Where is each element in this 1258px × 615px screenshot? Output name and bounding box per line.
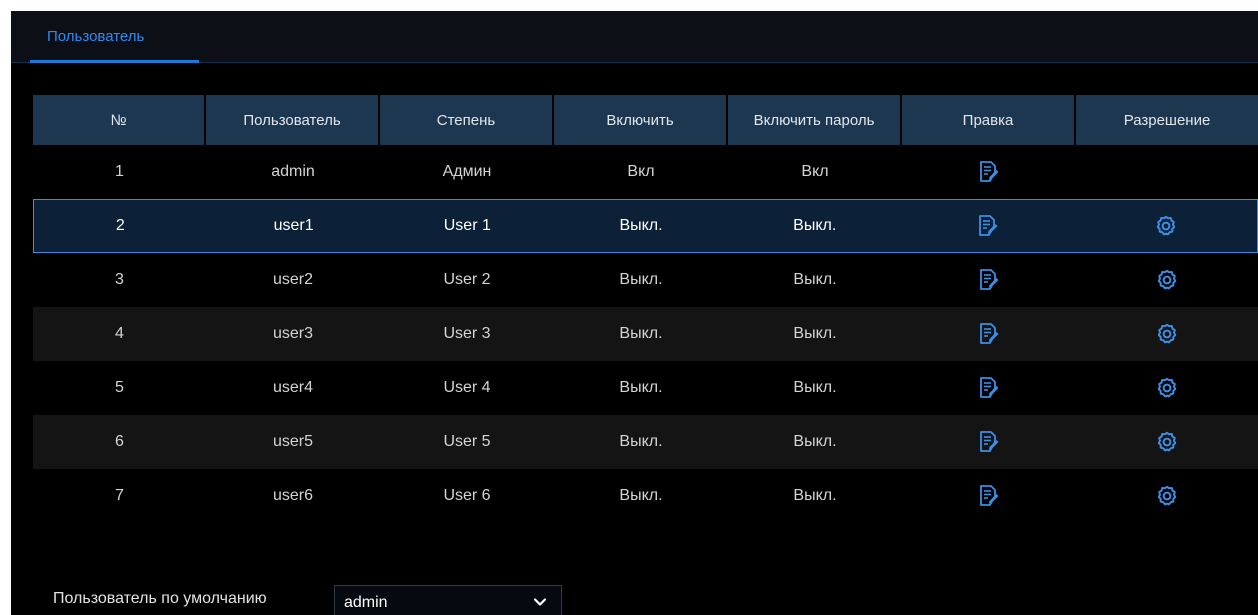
default-user-select[interactable]: admin	[334, 585, 562, 615]
cell-enable: Выкл.	[619, 487, 663, 504]
cell-enable-password: Вкл	[801, 163, 829, 180]
cell-level: User 6	[443, 487, 491, 504]
cell-number: 6	[115, 433, 124, 450]
column-header-edit: Правка	[902, 95, 1076, 145]
cell-enable: Выкл.	[619, 271, 663, 288]
cell-edit	[902, 307, 1076, 361]
table-row[interactable]: 7 user6 User 6 Выкл. Выкл.	[33, 469, 1258, 523]
tab-active-indicator	[30, 60, 199, 63]
cell-number: 3	[115, 271, 124, 288]
cell-level: Админ	[442, 163, 492, 180]
cell-enable-password: Выкл.	[793, 487, 837, 504]
cell-user: user6	[272, 487, 314, 504]
cell-enable: Вкл	[627, 163, 655, 180]
cell-permission	[1075, 200, 1257, 252]
table-row[interactable]: 1 admin Админ Вкл Вкл	[33, 145, 1258, 199]
gear-icon[interactable]	[1154, 483, 1180, 509]
edit-icon[interactable]	[976, 483, 1002, 509]
cell-edit	[902, 415, 1076, 469]
cell-permission	[1076, 415, 1258, 469]
user-management-screen: Пользователь № Пользователь Степень Вклю…	[11, 11, 1258, 615]
edit-icon[interactable]	[976, 429, 1002, 455]
cell-level: User 4	[443, 379, 491, 396]
cell-enable: Выкл.	[619, 325, 663, 342]
cell-level: User 5	[443, 433, 491, 450]
table-row[interactable]: 6 user5 User 5 Выкл. Выкл.	[33, 415, 1258, 469]
cell-permission	[1076, 145, 1258, 199]
gear-icon[interactable]	[1154, 321, 1180, 347]
default-user-select-value: admin	[344, 594, 388, 611]
cell-enable-password: Выкл.	[793, 325, 837, 342]
cell-edit	[902, 469, 1076, 523]
column-header-enable-password: Включить пароль	[728, 95, 902, 145]
cell-number: 2	[115, 217, 125, 234]
gear-icon[interactable]	[1154, 429, 1180, 455]
column-header-number: №	[33, 95, 206, 145]
table-row[interactable]: 4 user3 User 3 Выкл. Выкл.	[33, 307, 1258, 361]
edit-icon[interactable]	[976, 267, 1002, 293]
cell-enable-password: Выкл.	[793, 271, 837, 288]
cell-edit	[902, 200, 1076, 252]
cell-permission	[1076, 469, 1258, 523]
cell-level: User 1	[443, 217, 491, 234]
cell-edit	[902, 253, 1076, 307]
column-header-level: Степень	[380, 95, 554, 145]
users-table: № Пользователь Степень Включить Включить…	[33, 95, 1258, 523]
tab-users[interactable]: Пользователь	[30, 11, 199, 63]
cell-level: User 3	[443, 325, 491, 342]
table-body: 1 admin Админ Вкл Вкл 2 user1 User 1 Выкл. Выкл. 3…	[33, 145, 1258, 523]
edit-icon[interactable]	[976, 321, 1002, 347]
cell-enable-password: Выкл.	[793, 217, 837, 234]
cell-user: user2	[272, 271, 314, 288]
default-user-label: Пользователь по умолчанию	[53, 590, 267, 607]
table-row[interactable]: 2 user1 User 1 Выкл. Выкл.	[33, 199, 1258, 253]
cell-number: 7	[115, 487, 124, 504]
cell-user: user1	[273, 217, 314, 234]
cell-enable: Выкл.	[619, 217, 663, 234]
cell-user: user3	[272, 325, 314, 342]
cell-user: user5	[272, 433, 314, 450]
edit-icon[interactable]	[975, 213, 1001, 239]
chevron-down-icon	[533, 598, 547, 606]
cell-permission	[1076, 361, 1258, 415]
table-row[interactable]: 5 user4 User 4 Выкл. Выкл.	[33, 361, 1258, 415]
cell-level: User 2	[443, 271, 491, 288]
cell-number: 4	[115, 325, 124, 342]
gear-icon[interactable]	[1154, 375, 1180, 401]
table-row[interactable]: 3 user2 User 2 Выкл. Выкл.	[33, 253, 1258, 307]
cell-number: 1	[115, 163, 124, 180]
column-header-user: Пользователь	[206, 95, 380, 145]
edit-icon[interactable]	[976, 375, 1002, 401]
table-header: № Пользователь Степень Включить Включить…	[33, 95, 1258, 145]
cell-number: 5	[115, 379, 124, 396]
gear-icon[interactable]	[1153, 213, 1179, 239]
gear-icon[interactable]	[1154, 267, 1180, 293]
tab-bar: Пользователь	[11, 11, 1258, 63]
column-header-permission: Разрешение	[1076, 95, 1258, 145]
cell-permission	[1076, 253, 1258, 307]
cell-enable-password: Выкл.	[793, 379, 837, 396]
edit-icon[interactable]	[976, 159, 1002, 185]
tab-users-label: Пользователь	[47, 28, 145, 45]
column-header-enable: Включить	[554, 95, 728, 145]
cell-edit	[902, 361, 1076, 415]
cell-enable: Выкл.	[619, 433, 663, 450]
cell-enable-password: Выкл.	[793, 433, 837, 450]
cell-enable: Выкл.	[619, 379, 663, 396]
cell-user: user4	[272, 379, 314, 396]
cell-permission	[1076, 307, 1258, 361]
cell-edit	[902, 145, 1076, 199]
cell-user: admin	[271, 163, 315, 180]
